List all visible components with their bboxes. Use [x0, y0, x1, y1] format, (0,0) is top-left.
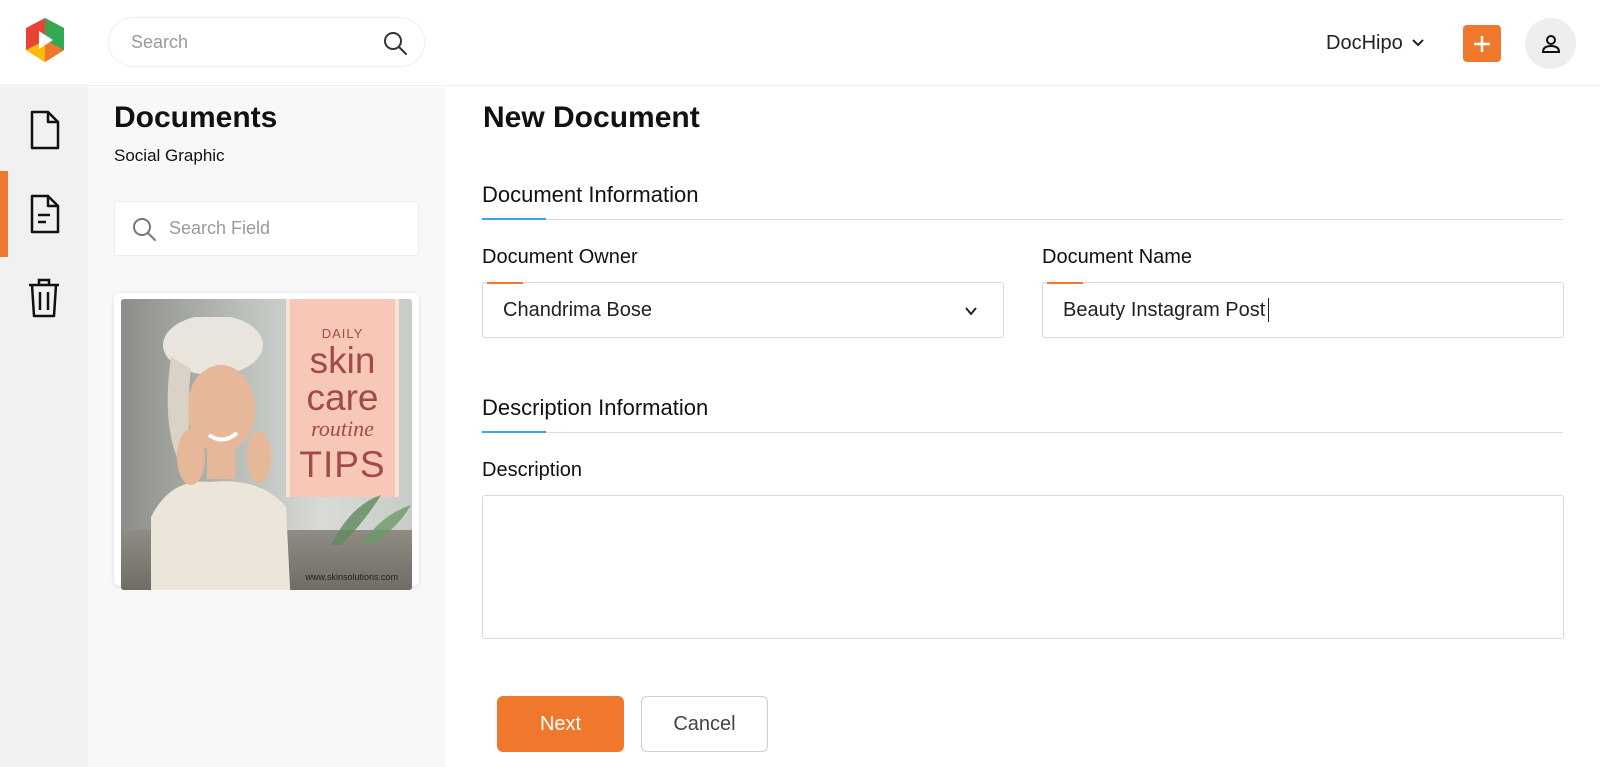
top-bar: DocHipo	[0, 0, 1600, 86]
search-icon	[131, 216, 157, 242]
global-search-input[interactable]	[131, 18, 371, 66]
document-name-value: Beauty Instagram Post	[1063, 298, 1266, 321]
plus-icon	[1474, 35, 1490, 52]
documents-panel: Documents Social Graphic DAILY skin	[88, 87, 445, 767]
template-thumbnail-image: DAILY skin care routine TIPS www.skinsol…	[121, 299, 412, 590]
description-label: Description	[482, 459, 583, 481]
field-search-input[interactable]	[169, 202, 409, 255]
leaves-decoration	[331, 495, 411, 545]
thumbnail-url: www.skinsolutions.com	[305, 572, 398, 582]
headline-daily: DAILY	[321, 326, 364, 341]
page-title: New Document	[483, 101, 700, 134]
headline-skin: skin	[309, 340, 376, 381]
woman-figure-illustration	[151, 317, 291, 590]
document-owner-label: Document Owner	[482, 246, 638, 268]
headline-tips: TIPS	[299, 444, 386, 485]
panel-subtitle: Social Graphic	[114, 146, 225, 165]
headline-text: DAILY skin care routine TIPS	[286, 327, 399, 483]
document-information-section: Document Information	[482, 182, 1563, 220]
rail-item-documents[interactable]	[0, 87, 88, 173]
workspace-name: DocHipo	[1326, 31, 1403, 54]
document-name-label: Document Name	[1042, 246, 1193, 268]
new-document-form: New Document Document Information Docume…	[445, 87, 1600, 767]
chevron-down-icon	[965, 307, 977, 316]
next-button[interactable]: Next	[497, 696, 624, 752]
text-cursor	[1268, 298, 1270, 322]
section-title: Description Information	[482, 395, 709, 420]
trash-icon	[29, 278, 59, 318]
section-accent	[482, 218, 546, 220]
search-icon[interactable]	[382, 30, 408, 56]
add-button[interactable]	[1463, 25, 1501, 62]
section-title: Document Information	[482, 182, 699, 207]
headline-care: care	[306, 377, 379, 418]
document-name-field[interactable]: Beauty Instagram Post	[1042, 282, 1564, 338]
document-icon	[30, 110, 60, 150]
field-search[interactable]	[114, 201, 419, 256]
section-accent	[482, 431, 546, 433]
headline-routine: routine	[311, 416, 374, 441]
user-icon	[1541, 34, 1560, 53]
template-thumbnail-card[interactable]: DAILY skin care routine TIPS www.skinsol…	[114, 293, 419, 590]
workspace-switcher[interactable]: DocHipo	[1326, 28, 1425, 58]
icon-rail	[0, 87, 88, 767]
cancel-button[interactable]: Cancel	[641, 696, 768, 752]
rail-item-trash[interactable]	[0, 255, 88, 341]
description-textarea[interactable]	[482, 495, 1564, 639]
panel-title: Documents	[114, 101, 278, 134]
rail-item-social-graphic[interactable]	[0, 171, 88, 257]
document-owner-select[interactable]: Chandrima Bose	[482, 282, 1004, 338]
user-avatar[interactable]	[1525, 18, 1576, 69]
document-text-icon	[30, 194, 60, 234]
document-owner-value: Chandrima Bose	[503, 298, 652, 321]
app-logo-icon[interactable]	[22, 16, 68, 64]
description-information-section: Description Information	[482, 395, 1563, 433]
chevron-down-icon	[1411, 39, 1424, 47]
global-search[interactable]	[108, 17, 425, 67]
